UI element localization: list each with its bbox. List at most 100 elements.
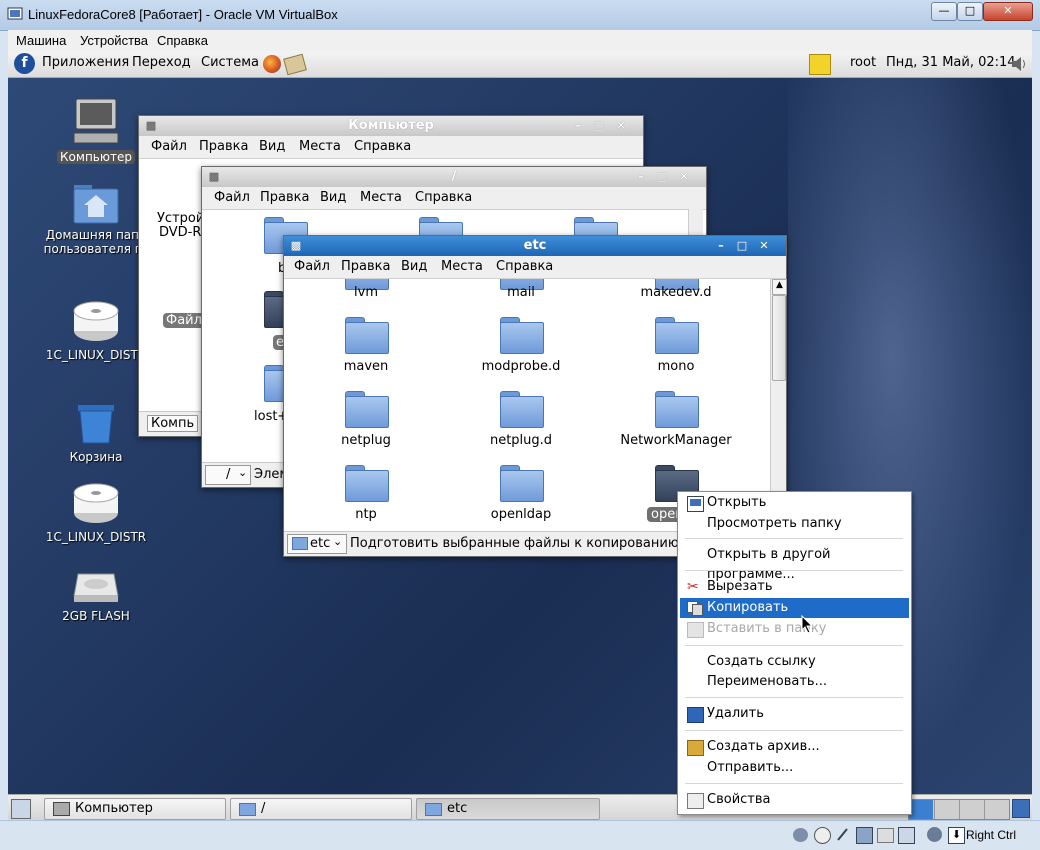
location-button[interactable]: Компь [147, 415, 199, 432]
menu-item-delete[interactable]: Удалить [680, 704, 909, 724]
folder-label[interactable]: ntp [296, 507, 436, 522]
menu-item-copy[interactable]: Копировать [680, 598, 909, 618]
display-icon[interactable] [898, 827, 915, 844]
workspace-switcher[interactable] [908, 799, 1010, 820]
menu-item-send-to[interactable]: Отправить... [680, 758, 909, 778]
maximize-button[interactable]: □ [592, 119, 606, 132]
shared-folders-icon[interactable] [877, 828, 894, 843]
folder-label[interactable]: netplug [296, 433, 436, 448]
menu-system[interactable]: Система [201, 55, 259, 70]
menu-item-open[interactable]: Открыть [680, 493, 909, 513]
window-titlebar[interactable]: Компьютер ▩ – □ ✕ [139, 116, 643, 136]
mail-launcher-icon[interactable] [283, 53, 307, 76]
taskbar-button-root[interactable]: / [230, 798, 412, 820]
menu-item-open-with[interactable]: Открыть в другой программе... [680, 545, 909, 582]
location-dropdown[interactable]: / ⌄ [205, 465, 251, 485]
minimize-button[interactable]: – [634, 170, 648, 183]
menu-places[interactable]: Места [360, 190, 402, 205]
folder-label[interactable]: modprobe.d [451, 359, 591, 374]
menu-edit[interactable]: Правка [260, 190, 309, 205]
cd-drive-icon[interactable] [814, 827, 831, 844]
menu-help[interactable]: Справка [354, 139, 411, 154]
minimize-button[interactable]: — [931, 2, 957, 21]
minimize-button[interactable]: – [571, 119, 585, 132]
folder-icon[interactable] [655, 317, 699, 354]
menu-file[interactable]: Файл [151, 139, 187, 154]
folder-label[interactable]: openldap [451, 507, 591, 522]
hard-disk-icon[interactable] [793, 828, 808, 842]
folder-icon[interactable] [500, 465, 544, 502]
menu-item-cut[interactable]: ✂ Вырезать [680, 577, 909, 597]
folder-icon[interactable] [345, 317, 389, 354]
menu-view[interactable]: Вид [320, 190, 346, 205]
scroll-up-arrow-icon[interactable]: ▲ [772, 279, 787, 295]
fedora-logo-icon[interactable]: f [14, 53, 35, 74]
maximize-button[interactable]: □ [735, 239, 749, 252]
trash-applet-icon[interactable] [1012, 799, 1030, 818]
taskbar-button-computer[interactable]: Компьютер [44, 798, 226, 820]
usb-icon[interactable] [835, 827, 850, 842]
window-menu-icon[interactable]: ▩ [207, 170, 221, 183]
menu-item-browse-folder[interactable]: Просмотреть папку [680, 514, 909, 534]
scrollbar-thumb[interactable] [772, 295, 786, 381]
menu-help[interactable]: Справка [415, 190, 472, 205]
menu-file[interactable]: Файл [294, 259, 330, 274]
menu-edit[interactable]: Правка [341, 259, 390, 274]
folder-icon[interactable] [655, 391, 699, 428]
menu-item-paste-into-folder[interactable]: Вставить в папку [680, 619, 909, 639]
status-text: Подготовить выбранные файлы к копировани… [350, 536, 711, 551]
user-name[interactable]: root [850, 55, 876, 70]
close-button[interactable]: ✕ [757, 239, 771, 252]
menu-help[interactable]: Справка [157, 33, 208, 48]
show-desktop-icon[interactable] [11, 799, 31, 819]
panel-clock[interactable]: Пнд, 31 Май, 02:14 [886, 55, 1016, 70]
desktop-icon-flash[interactable]: 2GB FLASH [36, 566, 156, 623]
menu-applications[interactable]: Приложения [42, 55, 129, 70]
menu-places[interactable]: Места [299, 139, 341, 154]
window-titlebar[interactable]: / ▩ – □ ✕ [202, 167, 706, 187]
menu-item-make-link[interactable]: Создать ссылку [680, 652, 909, 672]
close-button[interactable]: ✕ [983, 2, 1033, 21]
folder-label[interactable]: makedev.d [606, 285, 746, 300]
folder-icon[interactable] [345, 391, 389, 428]
mouse-integration-icon[interactable] [927, 827, 942, 842]
menu-file[interactable]: Файл [214, 190, 250, 205]
desktop-icon-cdrom-2[interactable]: 1C_LINUX_DISTR [36, 483, 156, 544]
folder-icon[interactable] [500, 391, 544, 428]
folder-label[interactable]: lvm [296, 285, 436, 300]
menu-item-create-archive[interactable]: Создать архив... [680, 737, 909, 757]
folder-label[interactable]: NetworkManager [606, 433, 746, 448]
folder-label[interactable]: netplug.d [451, 433, 591, 448]
menu-item-rename[interactable]: Переименовать... [680, 672, 909, 692]
close-button[interactable]: ✕ [614, 119, 628, 132]
menu-devices[interactable]: Устройства [80, 33, 148, 48]
menu-view[interactable]: Вид [401, 259, 427, 274]
menu-edit[interactable]: Правка [199, 139, 248, 154]
location-dropdown[interactable]: etc ⌄ [287, 534, 347, 554]
menu-view[interactable]: Вид [259, 139, 285, 154]
menu-item-properties[interactable]: Свойства [680, 790, 909, 810]
folder-icon[interactable] [345, 465, 389, 502]
workspace-1[interactable] [909, 800, 933, 819]
menu-help[interactable]: Справка [496, 259, 553, 274]
maximize-button[interactable]: □ [655, 170, 669, 183]
firefox-launcher-icon[interactable] [263, 55, 281, 73]
folder-label[interactable]: maven [296, 359, 436, 374]
window-menu-icon[interactable]: ▩ [289, 239, 303, 252]
network-icon[interactable] [856, 827, 873, 844]
menu-places[interactable]: Переход [132, 55, 191, 70]
notes-applet-icon[interactable] [809, 54, 831, 75]
window-menu-icon[interactable]: ▩ [144, 119, 158, 132]
taskbar-button-etc[interactable]: etc [416, 798, 600, 820]
volume-icon[interactable] [1010, 55, 1028, 73]
close-button[interactable]: ✕ [677, 170, 691, 183]
menu-machine[interactable]: Машина [16, 33, 66, 48]
menu-places[interactable]: Места [441, 259, 483, 274]
minimize-button[interactable]: – [714, 239, 728, 252]
folder-label[interactable]: mail [451, 285, 591, 300]
window-titlebar[interactable]: etc ▩ – □ ✕ [284, 236, 786, 256]
folder-label[interactable]: mono [606, 359, 746, 374]
folder-icon[interactable] [500, 317, 544, 354]
folder-icon [425, 803, 442, 816]
maximize-button[interactable]: □ [957, 2, 983, 21]
